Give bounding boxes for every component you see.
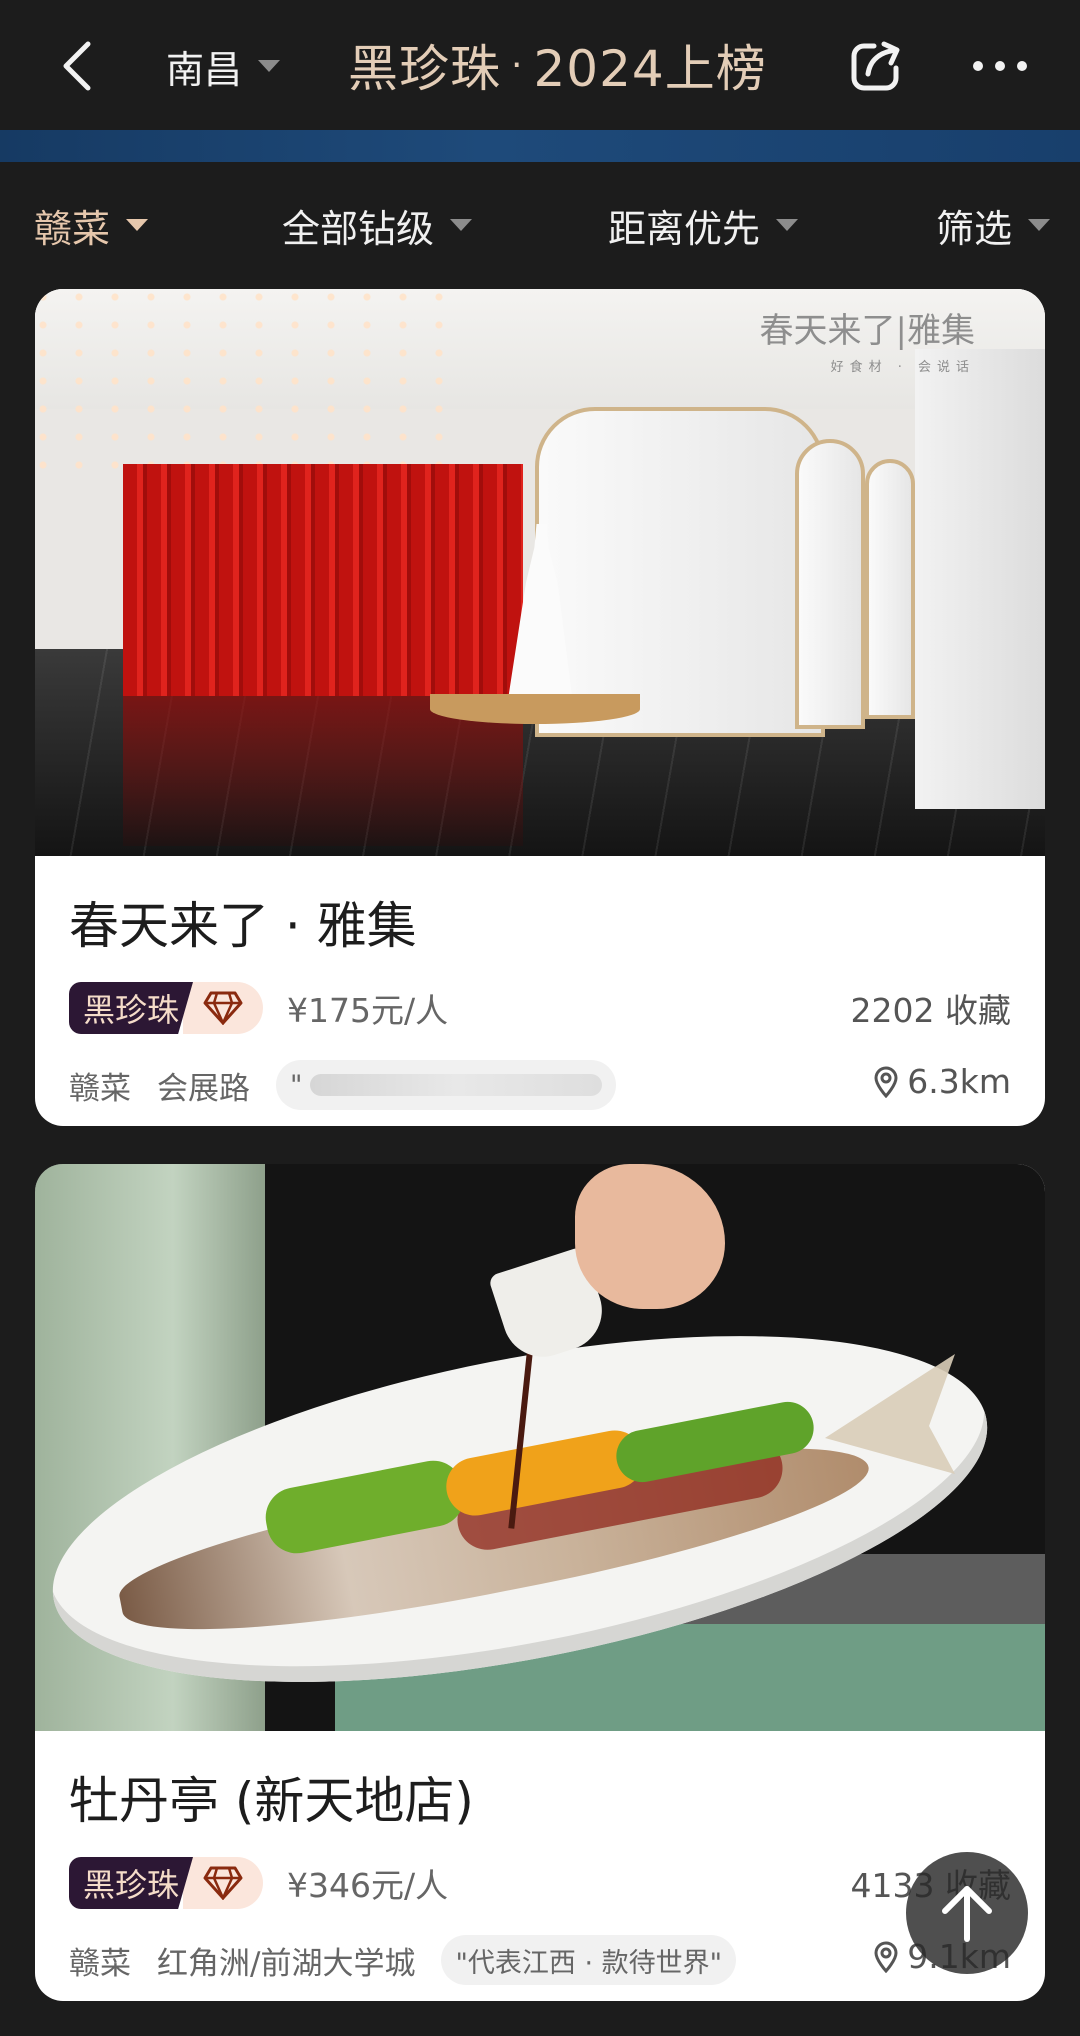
quote-tag: " <box>276 1060 616 1110</box>
diamond-icon <box>203 991 243 1025</box>
share-button[interactable] <box>848 38 904 94</box>
restaurant-photo <box>35 1164 1045 1731</box>
page-title: 黑珍珠 · 2024上榜 <box>348 30 767 100</box>
black-pearl-badge: 黑珍珠 <box>69 982 263 1034</box>
filter-label: 赣菜 <box>34 206 111 251</box>
brand-year: 2024上榜 <box>533 40 767 98</box>
diamond-icon <box>203 1866 243 1900</box>
restaurant-meta: 赣菜 会展路 " <box>69 1060 616 1110</box>
distance: 6.3km <box>873 1062 1011 1101</box>
distance-value: 6.3km <box>907 1062 1011 1101</box>
restaurant-card[interactable]: 牡丹亭 (新天地店) 黑珍珠 ¥346元/人 4133 收藏 赣菜 红角洲/前湖… <box>35 1164 1045 2001</box>
restaurant-meta: 赣菜 红角洲/前湖大学城 "代表江西 · 款待世界" <box>69 1935 737 1985</box>
caret-down-icon <box>258 60 281 72</box>
caret-down-icon <box>776 219 799 231</box>
area-tag: 会展路 <box>157 1070 250 1107</box>
filter-more[interactable]: 筛选 <box>936 190 1051 260</box>
location-pin-icon <box>874 1066 898 1098</box>
filter-label: 全部钻级 <box>282 206 435 251</box>
caret-down-icon <box>126 219 149 231</box>
restaurant-name: 牡丹亭 (新天地店) <box>69 1772 474 1830</box>
restaurant-info: 春天来了 · 雅集 黑珍珠 ¥175元/人 2202 收藏 赣菜 会展路 " 6… <box>35 856 1045 1126</box>
location-pin-icon <box>874 1941 898 1973</box>
filter-label: 筛选 <box>936 206 1013 251</box>
top-bar: 南昌 黑珍珠 · 2024上榜 <box>0 0 1080 130</box>
brand-dot: · <box>511 44 524 86</box>
quote-tag: "代表江西 · 款待世界" <box>441 1935 737 1985</box>
share-icon <box>851 41 900 91</box>
price-per-person: ¥346元/人 <box>287 1866 449 1905</box>
cuisine-tag: 赣菜 <box>69 1945 131 1982</box>
badge-label: 黑珍珠 <box>69 982 193 1034</box>
header-band <box>0 130 1080 162</box>
city-selector[interactable]: 南昌 <box>166 38 281 94</box>
filter-label: 距离优先 <box>608 206 761 251</box>
restaurant-name: 春天来了 · 雅集 <box>69 897 417 955</box>
restaurant-signage: 春天来了|雅集 好食材 · 会说话 <box>760 303 975 375</box>
signage-text: 春天来了|雅集 <box>759 311 975 351</box>
city-label: 南昌 <box>166 47 243 92</box>
quote-text: " <box>290 1069 303 1101</box>
price-per-person: ¥175元/人 <box>287 991 449 1030</box>
badge-label: 黑珍珠 <box>69 1857 193 1909</box>
restaurant-photo: 春天来了|雅集 好食材 · 会说话 <box>35 289 1045 856</box>
more-button[interactable] <box>972 56 1028 76</box>
chevron-left-icon <box>63 41 91 91</box>
black-pearl-badge: 黑珍珠 <box>69 1857 263 1909</box>
more-dots-icon <box>973 61 1027 71</box>
back-button[interactable] <box>58 38 98 94</box>
blurred-quote <box>310 1074 602 1096</box>
filter-cuisine[interactable]: 赣菜 <box>34 190 149 260</box>
cuisine-tag: 赣菜 <box>69 1070 131 1107</box>
scroll-to-top-button[interactable] <box>906 1852 1028 1974</box>
caret-down-icon <box>450 219 473 231</box>
favorites-count: 2202 收藏 <box>850 991 1011 1030</box>
restaurant-info: 牡丹亭 (新天地店) 黑珍珠 ¥346元/人 4133 收藏 赣菜 红角洲/前湖… <box>35 1731 1045 2001</box>
restaurant-card[interactable]: 春天来了|雅集 好食材 · 会说话 春天来了 · 雅集 黑珍珠 ¥175元/人 … <box>35 289 1045 1126</box>
caret-down-icon <box>1028 219 1051 231</box>
filter-diamond-level[interactable]: 全部钻级 <box>282 190 473 260</box>
area-tag: 红角洲/前湖大学城 <box>157 1945 416 1982</box>
signage-subtext: 好食材 · 会说话 <box>830 360 975 375</box>
brand-name: 黑珍珠 <box>348 40 501 98</box>
filter-sort-distance[interactable]: 距离优先 <box>608 190 799 260</box>
filter-bar: 赣菜 全部钻级 距离优先 筛选 <box>0 190 1080 260</box>
arrow-up-icon <box>942 1886 992 1942</box>
